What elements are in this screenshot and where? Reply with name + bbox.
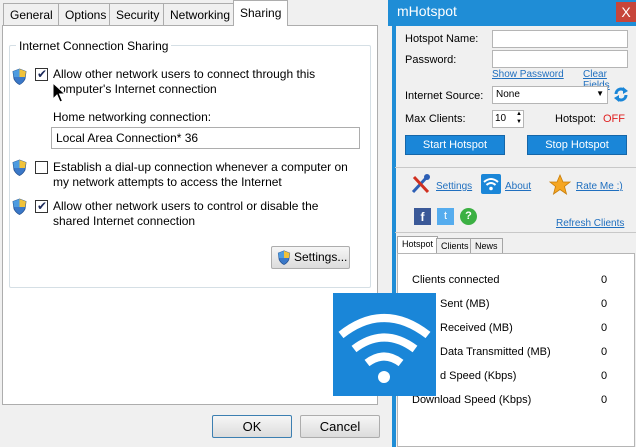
tab-security[interactable]: Security bbox=[109, 3, 167, 25]
facebook-icon[interactable]: f bbox=[414, 208, 431, 225]
tab-hotspot[interactable]: Hotspot bbox=[397, 236, 439, 254]
internet-source-value: None bbox=[496, 89, 520, 100]
start-hotspot-button[interactable]: Start Hotspot bbox=[405, 135, 505, 155]
help-icon[interactable]: ? bbox=[460, 208, 477, 225]
allow-connect-label-line2: computer's Internet connection bbox=[53, 82, 217, 96]
hotspot-name-input[interactable] bbox=[492, 30, 628, 48]
allow-control-label-line1: Allow other network users to control or … bbox=[53, 199, 319, 213]
tools-icon[interactable] bbox=[410, 173, 432, 195]
stop-hotspot-button[interactable]: Stop Hotspot bbox=[527, 135, 627, 155]
allow-connect-checkbox[interactable]: ✔ bbox=[35, 67, 48, 81]
sharing-properties-dialog: General Options Security Networking Shar… bbox=[0, 0, 388, 447]
stat-label: d Speed (Kbps) bbox=[440, 370, 517, 382]
stat-label: Data Transmitted (MB) bbox=[440, 346, 551, 358]
tab-general[interactable]: General bbox=[3, 3, 60, 25]
settings-link[interactable]: Settings bbox=[436, 181, 472, 192]
settings-button[interactable]: Settings... bbox=[271, 246, 350, 269]
tab-clients[interactable]: Clients bbox=[436, 238, 474, 254]
refresh-icon[interactable] bbox=[613, 86, 629, 103]
dialup-checkbox[interactable] bbox=[35, 161, 48, 174]
internet-source-label: Internet Source: bbox=[405, 90, 484, 102]
app-title: mHotspot bbox=[397, 3, 457, 19]
hotspot-status-value: OFF bbox=[603, 113, 625, 125]
about-link[interactable]: About bbox=[505, 181, 531, 192]
tab-networking[interactable]: Networking bbox=[163, 3, 238, 25]
hotspot-status-label: Hotspot: bbox=[555, 113, 596, 125]
close-button[interactable]: X bbox=[616, 2, 636, 22]
home-networking-label: Home networking connection: bbox=[53, 110, 212, 124]
wifi-about-icon[interactable] bbox=[481, 174, 501, 194]
tab-news[interactable]: News bbox=[470, 238, 503, 254]
hotspot-name-label: Hotspot Name: bbox=[405, 33, 479, 45]
allow-connect-label-line1: Allow other network users to connect thr… bbox=[53, 67, 316, 81]
star-icon[interactable] bbox=[549, 174, 571, 195]
uac-shield-icon bbox=[12, 198, 27, 215]
password-input[interactable] bbox=[492, 50, 628, 68]
rate-me-link[interactable]: Rate Me :) bbox=[576, 181, 623, 192]
internet-source-select[interactable]: None ▼ bbox=[492, 86, 608, 104]
password-label: Password: bbox=[405, 54, 457, 66]
check-icon: ✔ bbox=[37, 199, 48, 213]
wifi-logo-icon bbox=[333, 293, 436, 396]
ok-button[interactable]: OK bbox=[212, 415, 292, 438]
mouse-cursor-icon bbox=[52, 82, 66, 103]
uac-shield-icon bbox=[12, 68, 27, 85]
twitter-icon[interactable]: t bbox=[437, 208, 454, 225]
divider bbox=[395, 232, 636, 233]
stat-label: Received (MB) bbox=[440, 322, 513, 334]
max-clients-stepper[interactable]: 10 ▲ ▼ bbox=[492, 110, 524, 128]
stat-value: 0 bbox=[601, 370, 608, 382]
show-password-link[interactable]: Show Password bbox=[492, 69, 564, 80]
tab-options[interactable]: Options bbox=[58, 3, 114, 25]
stat-label: Clients connected bbox=[412, 274, 500, 286]
max-clients-label: Max Clients: bbox=[405, 113, 466, 125]
stat-value: 0 bbox=[601, 394, 608, 406]
uac-shield-icon bbox=[12, 159, 27, 176]
app-titlebar: mHotspot X bbox=[388, 0, 636, 26]
ics-group-title: Internet Connection Sharing bbox=[16, 39, 172, 53]
dialup-label-line1: Establish a dial-up connection whenever … bbox=[53, 160, 348, 174]
home-networking-connection-field[interactable]: Local Area Connection* 36 bbox=[51, 127, 360, 149]
dialup-label-line2: my network attempts to access the Intern… bbox=[53, 175, 282, 189]
uac-shield-icon bbox=[277, 250, 291, 265]
refresh-clients-link[interactable]: Refresh Clients bbox=[556, 218, 624, 229]
check-icon: ✔ bbox=[37, 67, 48, 81]
stat-label: Sent (MB) bbox=[440, 298, 490, 310]
stat-value: 0 bbox=[601, 274, 608, 286]
settings-button-label: Settings... bbox=[294, 250, 348, 264]
stat-value: 0 bbox=[601, 298, 608, 310]
allow-control-checkbox[interactable]: ✔ bbox=[35, 199, 48, 213]
stepper-arrows-icon[interactable]: ▲ ▼ bbox=[516, 110, 522, 126]
divider bbox=[395, 167, 636, 168]
cancel-button[interactable]: Cancel bbox=[300, 415, 380, 438]
stat-value: 0 bbox=[601, 322, 608, 334]
stat-value: 0 bbox=[601, 346, 608, 358]
chevron-down-icon: ▼ bbox=[596, 89, 604, 98]
allow-control-label-line2: shared Internet connection bbox=[53, 214, 196, 228]
tab-sharing[interactable]: Sharing bbox=[233, 0, 289, 26]
max-clients-value: 10 bbox=[495, 113, 507, 124]
